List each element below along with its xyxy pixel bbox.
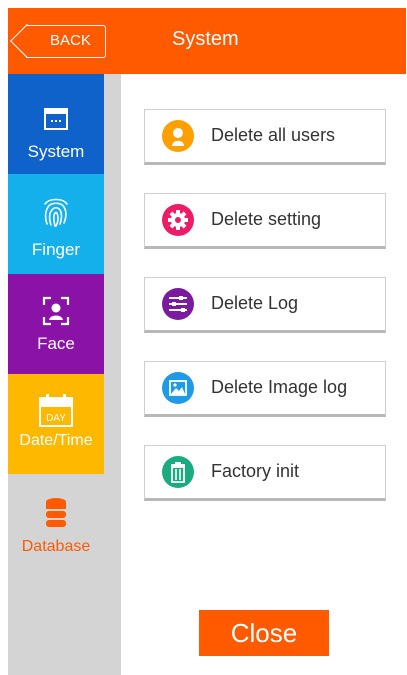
back-button[interactable]: BACK — [26, 25, 106, 58]
close-button[interactable]: Close — [199, 610, 329, 656]
sidebar-item-label: Database — [21, 538, 91, 555]
face-scan-icon — [42, 296, 70, 326]
page-title: System — [172, 28, 239, 50]
sidebar-item-face[interactable]: Face — [8, 274, 104, 374]
delete-log-button[interactable]: Delete Log — [144, 277, 386, 333]
svg-text:DAY: DAY — [46, 413, 66, 424]
delete-image-log-button[interactable]: Delete Image log — [144, 361, 386, 417]
window-icon — [44, 108, 68, 130]
sidebar-item-label: Date/Time — [19, 432, 93, 449]
sliders-icon — [162, 288, 194, 320]
sidebar-item-database[interactable]: Database — [8, 474, 104, 574]
sidebar-item-label: Face — [37, 334, 75, 353]
gear-icon — [162, 204, 194, 236]
sidebar-item-finger[interactable]: Finger — [8, 174, 104, 274]
action-label: Delete all users — [211, 125, 336, 145]
trash-icon — [162, 456, 194, 488]
calendar-icon: DAY — [39, 394, 73, 427]
delete-all-users-button[interactable]: Delete all users — [144, 109, 386, 165]
action-label: Delete Image log — [211, 377, 348, 397]
main-panel: Delete all users Delete setting Delete L… — [121, 74, 406, 675]
factory-init-button[interactable]: Factory init — [144, 445, 386, 501]
sidebar-item-system[interactable]: System — [8, 74, 104, 174]
fingerprint-icon — [44, 198, 68, 227]
sidebar-item-label: System — [27, 142, 85, 161]
action-label: Factory init — [211, 461, 300, 481]
database-icon — [46, 498, 66, 527]
sidebar-item-label: Finger — [31, 240, 81, 259]
user-icon — [162, 120, 194, 152]
sidebar: System Finger Face DAY Date/Time Databas… — [8, 74, 121, 675]
action-label: Delete Log — [211, 293, 299, 313]
image-icon — [162, 372, 194, 404]
action-label: Delete setting — [211, 209, 322, 229]
system-screen: BACK System System Finger Face DAY Date/… — [8, 8, 406, 675]
header-bar: BACK System — [8, 8, 406, 74]
delete-setting-button[interactable]: Delete setting — [144, 193, 386, 249]
sidebar-item-date-time[interactable]: DAY Date/Time — [8, 374, 104, 474]
